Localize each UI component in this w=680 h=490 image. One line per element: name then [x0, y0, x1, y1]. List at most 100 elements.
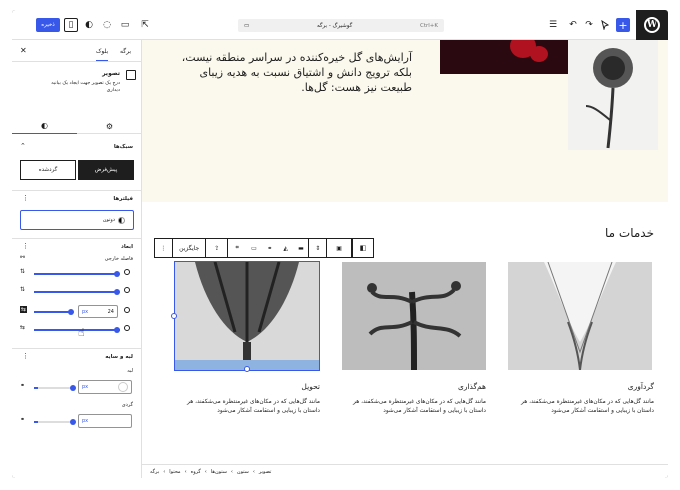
duotone-swatch-icon — [118, 216, 125, 224]
divider — [12, 190, 141, 191]
align-icon[interactable]: ▬ — [294, 238, 310, 258]
link-icon[interactable]: ⚭ — [262, 238, 278, 258]
upload-icon[interactable]: ⇪ — [206, 238, 229, 258]
margin-right-slider[interactable] — [34, 327, 120, 333]
margin-bottom-icon: ⇅ — [20, 286, 26, 293]
margin-bottom-slider[interactable] — [34, 289, 120, 295]
undo-icon[interactable]: ↶ — [566, 18, 580, 32]
red-flower-image[interactable] — [440, 40, 568, 74]
margin-left-slider[interactable] — [34, 309, 74, 315]
card-title-delivery[interactable]: تحویل — [301, 382, 320, 391]
card-body-delivery[interactable]: مانند گل‌هایی که در مکان‌های غیرمنتظره م… — [180, 398, 320, 415]
dimensions-heading: ابعاد — [121, 244, 133, 250]
image-block-type-icon[interactable]: ▣ — [327, 238, 351, 258]
border-menu-icon[interactable]: ⋮ — [22, 352, 29, 360]
image-block-icon — [126, 70, 136, 80]
add-block-button[interactable]: + — [616, 18, 630, 32]
radius-slider[interactable] — [34, 419, 76, 425]
link-border-icon[interactable]: ⚭ — [20, 382, 25, 389]
editor-canvas: آرایش‌های گل خیره‌کننده در سراسر منطقه ن… — [142, 40, 668, 464]
styles-icon[interactable]: ◌ — [100, 18, 114, 32]
move-updown-icon[interactable]: ⇕ — [309, 238, 328, 258]
sidebar-tabs: ✕ بلوک برگه — [12, 40, 141, 62]
external-link-icon[interactable]: ⇱ — [138, 18, 152, 32]
margin-value-field[interactable]: px 24 — [78, 305, 118, 318]
card-image-campanula[interactable] — [508, 262, 652, 370]
breadcrumb-item[interactable]: ستون — [237, 469, 249, 475]
save-button[interactable]: ذخیره — [36, 18, 60, 32]
document-overview-icon[interactable]: ☰ — [546, 18, 560, 32]
styles-tab-icon[interactable]: ◐ — [12, 118, 77, 134]
parent-select-icon[interactable]: ◧ — [352, 238, 374, 258]
breadcrumb-item[interactable]: برگه — [150, 469, 159, 475]
unlink-sides-icon[interactable]: ⚯ — [20, 254, 25, 261]
card-image-tendril[interactable] — [342, 262, 486, 370]
redo-icon[interactable]: ↷ — [582, 18, 596, 32]
border-unit[interactable]: px — [82, 384, 88, 390]
settings-sidebar: ✕ بلوک برگه تصویر درج یک تصویر جهت ایجاد… — [12, 40, 142, 478]
link-radius-icon[interactable]: ⚭ — [20, 416, 25, 423]
margin-bottom-option-icon[interactable] — [124, 287, 130, 293]
crop-icon[interactable]: ⌗ — [228, 238, 246, 258]
wordpress-logo-icon[interactable]: W — [636, 10, 668, 40]
block-breadcrumbs: برگه › محتوا › گروه › ستون‌ها › ستون › تصویر — [142, 464, 668, 478]
border-width-field[interactable]: px — [78, 380, 132, 394]
duotone-filter-icon[interactable]: ◭ — [278, 238, 294, 258]
dimensions-menu-icon[interactable]: ⋮ — [22, 242, 29, 250]
margin-left-option-icon[interactable] — [124, 307, 130, 313]
border-width-slider[interactable] — [34, 385, 76, 391]
border-color-icon[interactable] — [118, 382, 128, 392]
card-image-artichoke[interactable] — [174, 261, 320, 371]
editor-topbar: W + ↷ ↶ ☰ ▭ گوشیرگ - برگه Ctrl+K ⇱ ▭ ◌ ◐… — [12, 10, 668, 40]
pointer-cursor-icon: ☝ — [78, 326, 85, 339]
contrast-icon[interactable]: ◐ — [82, 18, 96, 32]
filters-menu-icon[interactable]: ⋮ — [22, 194, 29, 202]
margin-top-slider[interactable] — [34, 271, 120, 277]
command-palette[interactable]: ▭ گوشیرگ - برگه Ctrl+K — [238, 19, 444, 32]
card-title-arranging[interactable]: هم‌گذاری — [458, 382, 486, 391]
duotone-button[interactable]: دوتون — [20, 210, 134, 230]
hero-paragraph[interactable]: آرایش‌های گل خیره‌کننده در سراسر منطقه ن… — [172, 50, 412, 95]
toolbar-replace-button[interactable]: جایگزین — [173, 238, 207, 258]
block-description: درج یک تصویر جهت ایجاد یک بیانیه دیداری — [51, 81, 120, 93]
command-grid-icon: ▭ — [244, 22, 250, 29]
margin-right-icon: ⇆ — [20, 324, 26, 331]
breadcrumb-item[interactable]: تصویر — [259, 469, 271, 475]
dried-plant-image[interactable] — [568, 40, 658, 150]
toolbar-more-icon[interactable]: ⋮ — [155, 238, 173, 258]
breadcrumb-item[interactable]: ستون‌ها — [211, 469, 227, 475]
tab-block[interactable]: بلوک — [96, 48, 109, 61]
margin-top-icon: ⇅ — [20, 268, 26, 275]
divider — [12, 348, 141, 349]
command-title: گوشیرگ - برگه — [316, 22, 353, 29]
margin-label: فاصله خارجی — [104, 256, 133, 262]
services-heading[interactable]: خدمات ما — [605, 226, 654, 240]
resize-handle-left[interactable] — [171, 313, 177, 319]
select-tool-icon[interactable] — [598, 18, 612, 32]
settings-gear-icon[interactable]: ⚙ — [77, 118, 141, 134]
tab-page[interactable]: برگه — [120, 48, 131, 55]
resize-handle-bottom[interactable] — [244, 366, 250, 372]
breadcrumb-item[interactable]: محتوا — [169, 469, 180, 475]
close-icon[interactable]: ✕ — [20, 46, 27, 55]
radius-field[interactable]: px — [78, 414, 132, 428]
margin-top-option-icon[interactable] — [124, 269, 130, 275]
breadcrumb-item[interactable]: گروه — [191, 469, 201, 475]
border-label: لبه — [127, 368, 133, 374]
card-title-gathering[interactable]: گردآوری — [628, 382, 654, 391]
block-card: تصویر درج یک تصویر جهت ایجاد یک بیانیه د… — [18, 68, 136, 118]
settings-panel-icon[interactable]: ▯ — [64, 18, 78, 32]
card-body-arranging[interactable]: مانند گل‌هایی که در مکان‌های غیرمنتظره م… — [346, 398, 486, 415]
style-rounded-button[interactable]: گردشده — [20, 160, 76, 180]
chevron-up-icon[interactable]: ⌃ — [20, 142, 26, 150]
margin-right-option-icon[interactable] — [124, 325, 130, 331]
filters-heading: فیلترها — [113, 196, 133, 202]
caption-icon[interactable]: ▭ — [246, 238, 262, 258]
style-default-button[interactable]: پیش‌فرض — [78, 160, 134, 180]
radius-unit[interactable]: px — [82, 418, 88, 424]
view-icon[interactable]: ▭ — [118, 18, 132, 32]
card-body-gathering[interactable]: مانند گل‌هایی که در مکان‌های غیرمنتظره م… — [514, 398, 654, 415]
margin-unit[interactable]: px — [82, 309, 88, 315]
border-shadow-heading: لبه و سایه — [105, 354, 133, 360]
block-title: تصویر — [102, 70, 120, 77]
